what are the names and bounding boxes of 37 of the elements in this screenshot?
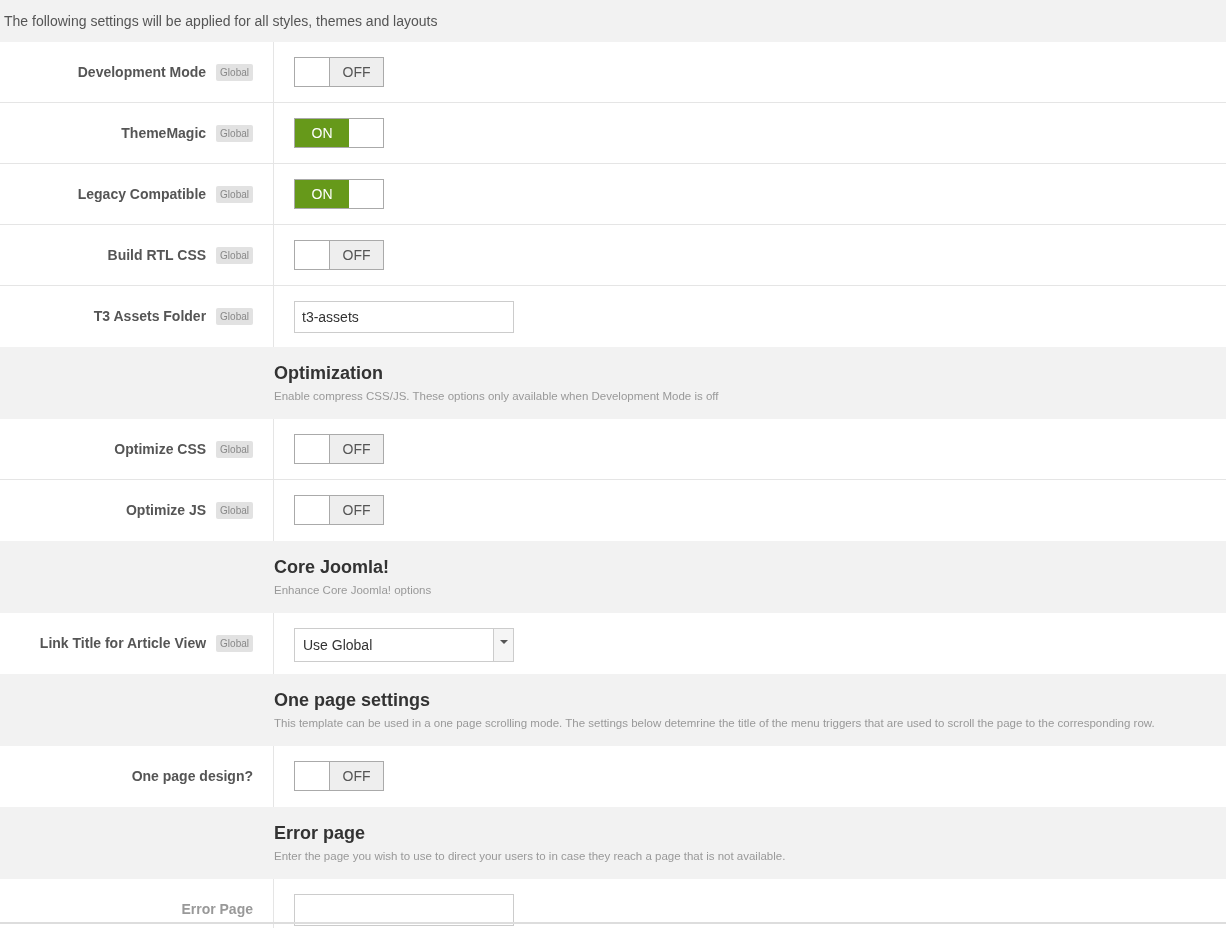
field-label: Build RTL CSS xyxy=(107,246,207,264)
global-badge: Global xyxy=(216,125,253,142)
toggle-switch[interactable]: OFF xyxy=(294,240,384,270)
section-description: This template can be used in a one page scrolling mode. The settings below detemrine the title of the menu triggers that are used to scroll the page to the corresponding row. xyxy=(274,717,1155,729)
global-badge: Global xyxy=(216,635,253,652)
section-title: Core Joomla! xyxy=(274,557,391,578)
intro-text: The following settings will be applied for all styles, themes and layouts xyxy=(4,13,438,29)
global-badge: Global xyxy=(216,441,253,458)
field-label: One page design? xyxy=(131,767,253,785)
field-label: Optimize CSS xyxy=(114,440,207,458)
section-title: Error page xyxy=(274,823,367,844)
caret-down-icon xyxy=(499,640,508,644)
toggle-switch[interactable]: OFF xyxy=(294,761,384,791)
field-label: Link Title for Article View xyxy=(39,634,207,652)
global-badge: Global xyxy=(216,247,253,264)
global-badge: Global xyxy=(216,186,253,203)
global-badge: Global xyxy=(216,64,253,81)
text-field[interactable]: t3-assets xyxy=(294,301,514,333)
field-label: Development Mode xyxy=(77,63,207,81)
section-title: Optimization xyxy=(274,363,384,384)
global-badge: Global xyxy=(216,308,253,325)
field-label: ThemeMagic xyxy=(121,124,207,142)
toggle-switch[interactable]: OFF xyxy=(294,495,384,525)
select-dropdown[interactable]: Use Global xyxy=(294,628,514,662)
toggle-switch[interactable]: OFF xyxy=(294,434,384,464)
toggle-switch[interactable]: ON xyxy=(294,118,384,148)
field-label: Legacy Compatible xyxy=(77,185,207,203)
section-description: Enhance Core Joomla! options xyxy=(274,584,432,596)
section-description: Enter the page you wish to use to direct your users to in case they reach a page that is not available. xyxy=(274,850,786,862)
field-label: T3 Assets Folder xyxy=(93,307,207,325)
toggle-switch[interactable]: ON xyxy=(294,179,384,209)
global-badge: Global xyxy=(216,502,253,519)
field-label: Optimize JS xyxy=(125,501,207,519)
field-label: Error Page xyxy=(181,900,253,918)
section-description: Enable compress CSS/JS. These options only available when Development Mode is off xyxy=(274,390,719,402)
toggle-switch[interactable]: OFF xyxy=(294,57,384,87)
section-title: One page settings xyxy=(274,690,432,711)
